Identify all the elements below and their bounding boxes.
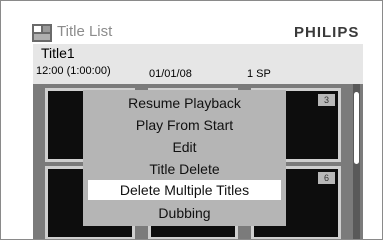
title-info-bar: Title1 12:00 (1:00:00) 01/01/08 1 SP [33, 44, 363, 84]
page-title: Title List [57, 23, 113, 40]
recording-time: 12:00 (1:00:00) [36, 65, 111, 77]
brand-logo: PHILIPS [294, 24, 360, 41]
scrollbar-thumb[interactable] [354, 92, 359, 164]
menu-item-resume-playback[interactable]: Resume Playback [83, 92, 286, 114]
header: Title List PHILIPS Title1 12:00 (1:00:00… [1, 1, 382, 87]
scrollbar[interactable] [353, 84, 360, 239]
title-list-icon [32, 24, 52, 42]
thumbnail-number: 6 [318, 172, 335, 184]
menu-item-play-from-start[interactable]: Play From Start [83, 114, 286, 136]
title-name: Title1 [41, 45, 75, 61]
menu-item-title-delete[interactable]: Title Delete [83, 158, 286, 180]
screen-frame: Title List PHILIPS Title1 12:00 (1:00:00… [0, 0, 383, 240]
thumbnail-number: 3 [318, 94, 335, 106]
menu-item-dubbing[interactable]: Dubbing [83, 202, 286, 224]
menu-item-edit[interactable]: Edit [83, 136, 286, 158]
recording-mode: 1 SP [247, 68, 271, 80]
menu-item-delete-multiple-titles[interactable]: Delete Multiple Titles [88, 180, 281, 200]
recording-date: 01/01/08 [149, 68, 192, 80]
context-menu: Resume Playback Play From Start Edit Tit… [83, 90, 286, 226]
